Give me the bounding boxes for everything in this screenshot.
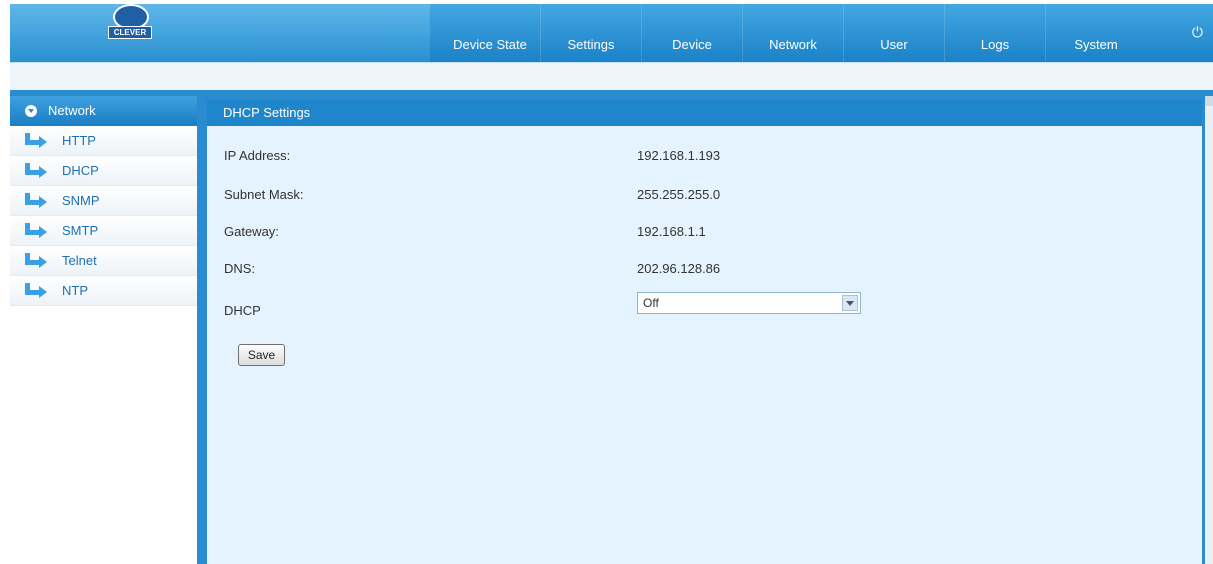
sidebar-section-label: Network (48, 103, 96, 118)
sidebar-item-ntp[interactable]: NTP (10, 276, 197, 306)
dhcp-label: DHCP (224, 303, 261, 318)
scrollbar[interactable] (1205, 96, 1213, 564)
nav-system[interactable]: System (1045, 4, 1146, 62)
chevron-down-icon[interactable] (842, 295, 858, 311)
main-nav: Device State Settings Device Network Use… (440, 4, 1146, 62)
dns-label: DNS: (224, 261, 256, 276)
subnet-mask-label: Subnet Mask: (224, 187, 304, 202)
save-button[interactable]: Save (238, 344, 285, 366)
sub-toolbar (10, 62, 1213, 91)
power-icon[interactable]: ⏻ (1192, 24, 1203, 41)
sidebar-item-label: SMTP (62, 223, 99, 238)
sidebar-item-dhcp[interactable]: DHCP (10, 156, 197, 186)
sidebar-item-label: HTTP (62, 133, 96, 148)
arrow-icon (25, 223, 47, 239)
dns-value: 202.96.128.86 (637, 261, 721, 276)
chevron-down-icon (25, 105, 37, 117)
arrow-icon (25, 193, 47, 209)
dhcp-select-value: Off (643, 296, 659, 310)
arrow-icon (25, 163, 47, 179)
clever-logo: CLEVER (108, 4, 152, 39)
arrow-icon (25, 133, 47, 149)
sidebar-item-smtp[interactable]: SMTP (10, 216, 197, 246)
top-header: CLEVER Device State Settings Device Netw… (10, 4, 1213, 62)
scroll-up-button[interactable] (1205, 96, 1213, 106)
sidebar-section-network[interactable]: Network (10, 96, 197, 126)
nav-device-state[interactable]: Device State (440, 4, 540, 62)
arrow-icon (25, 283, 47, 299)
nav-logs[interactable]: Logs (944, 4, 1045, 62)
sidebar-item-telnet[interactable]: Telnet (10, 246, 197, 276)
sidebar-item-label: DHCP (62, 163, 99, 178)
dhcp-settings-panel: DHCP Settings IP Address: 192.168.1.193 … (207, 100, 1202, 564)
subnet-mask-value: 255.255.255.0 (637, 187, 721, 202)
ip-address-label: IP Address: (224, 148, 291, 163)
logo-text: CLEVER (108, 26, 152, 39)
nav-device[interactable]: Device (641, 4, 742, 62)
sidebar-item-label: SNMP (62, 193, 100, 208)
gateway-value: 192.168.1.1 (637, 224, 706, 239)
gateway-label: Gateway: (224, 224, 279, 239)
sidebar-item-snmp[interactable]: SNMP (10, 186, 197, 216)
nav-user[interactable]: User (843, 4, 944, 62)
sidebar-item-http[interactable]: HTTP (10, 126, 197, 156)
nav-network[interactable]: Network (742, 4, 843, 62)
sidebar: Network HTTP DHCP SNMP SMTP Telnet NTP (10, 96, 198, 564)
dhcp-select[interactable]: Off (637, 292, 861, 314)
arrow-icon (25, 253, 47, 269)
ip-address-value: 192.168.1.193 (637, 148, 721, 163)
sidebar-item-label: NTP (62, 283, 88, 298)
header-logo-area: CLEVER (10, 4, 430, 62)
nav-settings[interactable]: Settings (540, 4, 641, 62)
panel-title: DHCP Settings (207, 100, 1202, 126)
sidebar-item-label: Telnet (62, 253, 97, 268)
